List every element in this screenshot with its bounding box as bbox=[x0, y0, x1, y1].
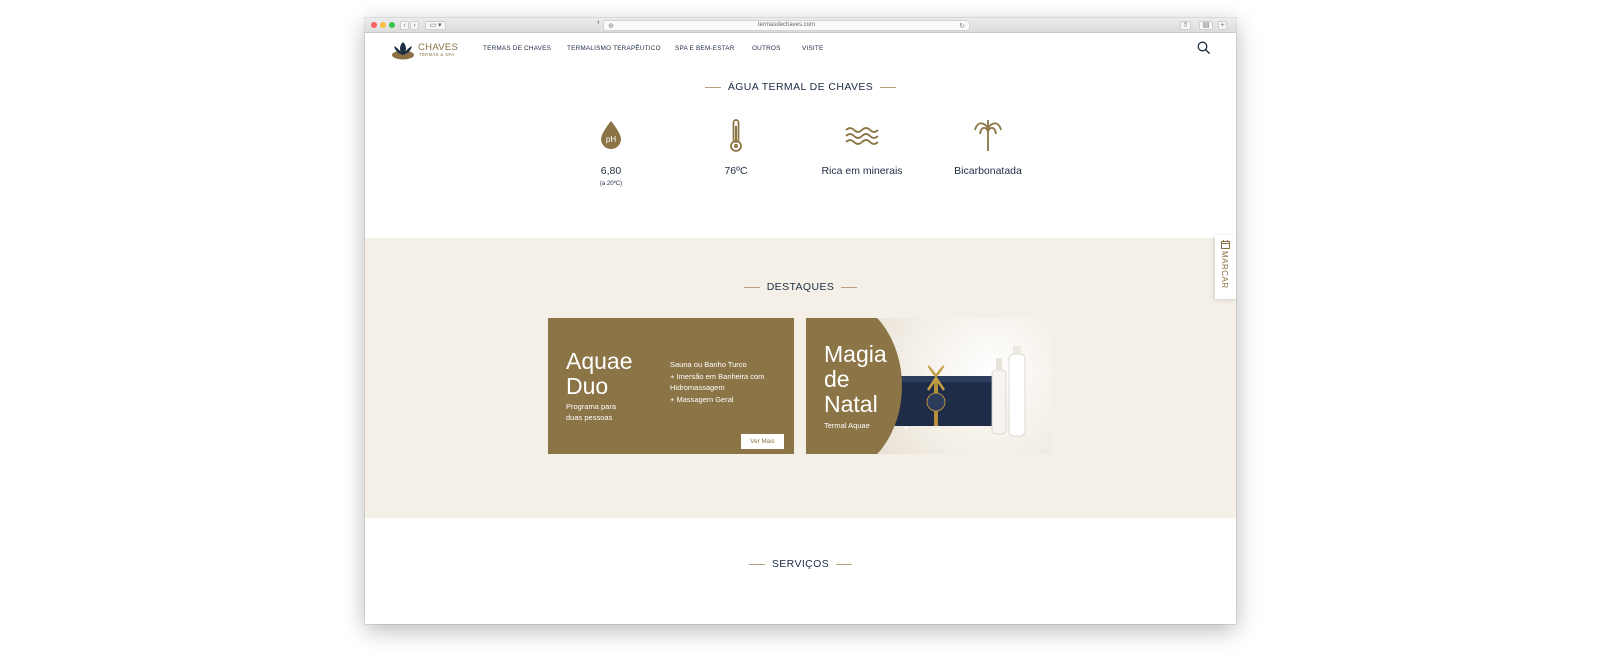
title-divider bbox=[880, 86, 897, 88]
card-title: Aquae Duo bbox=[566, 348, 633, 399]
nav-item-termalismo-terapeutico[interactable]: TERMALISMO TERAPÊUTICO bbox=[567, 45, 661, 52]
feature-bicarbonate: Bicarbonatada bbox=[933, 118, 1043, 177]
feature-minerals: Rica em minerais bbox=[807, 125, 917, 177]
nav-item-termas-de-chaves[interactable]: TERMAS DE CHAVES bbox=[483, 45, 551, 52]
card-aquae-duo[interactable]: Aquae Duo Programa para duas pessoas Sau… bbox=[548, 318, 794, 454]
card-magia-de-natal[interactable]: Magia de Natal Termal Aquae bbox=[806, 318, 1052, 454]
url-text: termasdechaves.com bbox=[757, 22, 816, 28]
servicos-title-text: SERVIÇOS bbox=[771, 558, 830, 570]
logo-subtitle: TERMAS & SPA bbox=[419, 52, 455, 57]
marcar-booking-tab[interactable]: MARCAR bbox=[1215, 235, 1236, 299]
new-tab-button[interactable]: + bbox=[1218, 21, 1227, 30]
feature-ph: pH 6,80 (a 20ºC) bbox=[556, 120, 666, 187]
forward-button[interactable]: › bbox=[410, 21, 419, 30]
marcar-label: MARCAR bbox=[1220, 251, 1229, 289]
water-section-title: ÁGUA TERMAL DE CHAVES bbox=[365, 81, 1236, 93]
address-bar[interactable]: ⊕ termasdechaves.com ↻ bbox=[603, 20, 970, 31]
feature-label-minerals: Rica em minerais bbox=[821, 165, 903, 177]
sidebar-toggle-icon[interactable]: ▭ ▾ bbox=[425, 21, 446, 30]
destaques-section: DESTAQUES Aquae Duo Programa para duas p… bbox=[365, 238, 1236, 518]
ph-drop-icon: pH bbox=[601, 121, 621, 149]
logo-mark-icon bbox=[392, 42, 414, 60]
privacy-icon[interactable]: ◐ bbox=[597, 19, 601, 26]
maximize-window-button[interactable] bbox=[389, 22, 395, 28]
water-title-text: ÁGUA TERMAL DE CHAVES bbox=[727, 81, 874, 93]
search-icon[interactable] bbox=[1197, 41, 1210, 54]
card-details: Sauna ou Banho Turco + Imersão em Banhei… bbox=[670, 360, 765, 404]
browser-toolbar: ‹ › ▭ ▾ ◐ ⊕ termasdechaves.com ↻ ⇧ ▤ + bbox=[365, 18, 1236, 33]
fountain-icon bbox=[974, 120, 1002, 151]
ph-badge-text: pH bbox=[606, 135, 616, 144]
reload-icon[interactable]: ↻ bbox=[959, 22, 965, 30]
ver-mais-button[interactable]: Ver Mais bbox=[741, 434, 784, 449]
waves-icon bbox=[845, 127, 879, 145]
nav-item-spa-e-bem-estar[interactable]: SPA E BEM-ESTAR bbox=[675, 45, 735, 52]
card-subtitle: Programa para duas pessoas bbox=[566, 402, 617, 422]
site-header: CHAVES TERMAS & SPA TERMAS DE CHAVES TER… bbox=[365, 33, 1236, 63]
card-title: Magia de Natal bbox=[824, 341, 887, 417]
nav-item-outros[interactable]: OUTROS bbox=[752, 45, 781, 52]
logo[interactable]: CHAVES TERMAS & SPA bbox=[391, 40, 461, 60]
title-divider bbox=[748, 563, 765, 565]
feature-note-ph: (a 20ºC) bbox=[599, 181, 623, 187]
feature-temperature: 76ºC bbox=[681, 118, 791, 177]
calendar-icon bbox=[1221, 240, 1230, 249]
card-subtitle: Termal Aquae bbox=[824, 421, 870, 430]
title-divider bbox=[743, 286, 760, 288]
title-divider bbox=[704, 86, 721, 88]
minimize-window-button[interactable] bbox=[380, 22, 386, 28]
close-window-button[interactable] bbox=[371, 22, 377, 28]
browser-window: ‹ › ▭ ▾ ◐ ⊕ termasdechaves.com ↻ ⇧ ▤ + C… bbox=[365, 18, 1236, 624]
destaques-title-text: DESTAQUES bbox=[766, 281, 835, 293]
thermometer-icon bbox=[730, 119, 742, 152]
servicos-title: SERVIÇOS bbox=[365, 558, 1236, 570]
feature-label-bicarbonate: Bicarbonatada bbox=[954, 165, 1022, 177]
feature-label-ph: 6,80 bbox=[600, 165, 622, 177]
tabs-overview-icon[interactable]: ▤ bbox=[1199, 21, 1213, 30]
title-divider bbox=[836, 563, 853, 565]
feature-label-temperature: 76ºC bbox=[724, 165, 748, 177]
share-icon[interactable]: ⇧ bbox=[1180, 21, 1191, 30]
title-divider bbox=[841, 286, 858, 288]
nav-item-visite[interactable]: VISITE bbox=[802, 45, 823, 52]
destaques-title: DESTAQUES bbox=[365, 281, 1236, 293]
back-button[interactable]: ‹ bbox=[400, 21, 409, 30]
